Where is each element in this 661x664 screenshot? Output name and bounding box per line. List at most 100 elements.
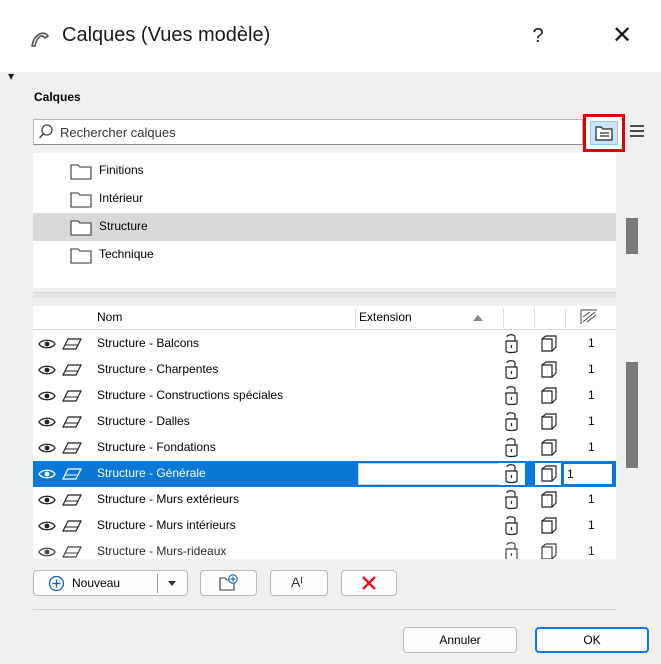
- layer-name: Structure - Murs extérieurs: [97, 492, 240, 506]
- table-header: Nom Extension: [33, 306, 616, 330]
- search-icon: [38, 124, 53, 139]
- new-layer-label: Nouveau: [72, 576, 121, 590]
- visibility-eye-icon[interactable]: [38, 545, 56, 559]
- visibility-eye-icon[interactable]: [38, 493, 56, 507]
- close-button[interactable]: ✕: [604, 18, 640, 54]
- folder-label: Structure: [99, 219, 148, 233]
- visibility-eye-icon[interactable]: [38, 441, 56, 455]
- visibility-eye-icon[interactable]: [38, 467, 56, 481]
- help-button[interactable]: ?: [520, 18, 556, 54]
- visibility-eye-icon[interactable]: [38, 337, 56, 351]
- table-row[interactable]: Structure - Murs-rideaux 1: [33, 539, 616, 559]
- search-input[interactable]: [60, 122, 560, 142]
- folder-item-structure[interactable]: Structure: [33, 213, 616, 241]
- cancel-button[interactable]: Annuler: [403, 627, 517, 653]
- layer-plane-icon: [62, 468, 82, 480]
- layer-plane-icon: [62, 520, 82, 532]
- folder-icon: [70, 192, 92, 208]
- layer-name: Structure - Balcons: [97, 336, 200, 350]
- table-row[interactable]: Structure - Murs extérieurs 1: [33, 487, 616, 513]
- visibility-eye-icon[interactable]: [38, 389, 56, 403]
- collapse-arrow-icon[interactable]: ▼: [8, 72, 14, 81]
- folder-icon: [70, 164, 92, 180]
- column-header-name[interactable]: Nom: [97, 310, 122, 324]
- lock-icon[interactable]: [503, 334, 521, 354]
- layer-name: Structure - Fondations: [97, 440, 216, 454]
- extension-field[interactable]: [358, 463, 503, 485]
- visibility-eye-icon[interactable]: [38, 415, 56, 429]
- lock-icon[interactable]: [503, 464, 521, 484]
- lock-icon[interactable]: [503, 516, 521, 536]
- wireframe-solid-icon[interactable]: [540, 335, 558, 353]
- folder-icon: [70, 220, 92, 236]
- lock-icon[interactable]: [503, 412, 521, 432]
- section-label: Calques: [34, 90, 81, 104]
- wireframe-solid-icon[interactable]: [540, 413, 558, 431]
- lock-icon[interactable]: [503, 490, 521, 510]
- ok-button[interactable]: OK: [535, 627, 649, 653]
- wireframe-solid-icon[interactable]: [540, 517, 558, 535]
- table-row[interactable]: Structure - Dalles 1: [33, 409, 616, 435]
- wireframe-solid-icon[interactable]: [540, 387, 558, 405]
- wireframe-solid-icon[interactable]: [540, 465, 558, 483]
- lock-icon[interactable]: [503, 542, 521, 559]
- new-folder-button[interactable]: [200, 570, 257, 596]
- layers-table: Nom Extension Structure - Balcons 1 Struct…: [33, 306, 616, 559]
- intersection-group-number[interactable]: 1: [588, 414, 595, 428]
- add-circle-icon: [48, 575, 65, 592]
- folder-item-finitions[interactable]: Finitions: [33, 157, 616, 185]
- hamburger-menu-icon[interactable]: [628, 120, 646, 142]
- intersection-group-number[interactable]: 1: [588, 492, 595, 506]
- new-layer-button[interactable]: Nouveau: [33, 570, 188, 596]
- lock-icon[interactable]: [503, 360, 521, 380]
- intersection-group-number[interactable]: 1: [588, 518, 595, 532]
- wireframe-solid-icon[interactable]: [540, 491, 558, 509]
- layer-plane-icon: [62, 338, 82, 350]
- layer-name: Structure - Charpentes: [97, 362, 219, 376]
- sort-ascending-icon: [473, 315, 483, 321]
- table-row[interactable]: Structure - Fondations 1: [33, 435, 616, 461]
- folder-item-technique[interactable]: Technique: [33, 241, 616, 269]
- visibility-eye-icon[interactable]: [38, 363, 56, 377]
- intersection-group-number[interactable]: 1: [588, 544, 595, 558]
- intersection-group-number[interactable]: 1: [588, 336, 595, 350]
- intersection-group-number[interactable]: 1: [588, 362, 595, 376]
- folder-scrollbar-thumb[interactable]: [626, 218, 638, 254]
- intersection-group-input[interactable]: 1: [563, 463, 613, 485]
- layer-plane-icon: [62, 390, 82, 402]
- folder-view-toggle-button[interactable]: [583, 114, 625, 152]
- dropdown-caret-icon[interactable]: [168, 581, 176, 586]
- wireframe-solid-icon[interactable]: [540, 361, 558, 379]
- layer-plane-icon: [62, 494, 82, 506]
- footer-separator: [33, 609, 616, 610]
- folder-list: Finitions Intérieur Structure Technique: [33, 153, 616, 288]
- pane-splitter[interactable]: [33, 292, 616, 298]
- lock-icon[interactable]: [503, 386, 521, 406]
- hatch-pattern-icon: [580, 309, 597, 324]
- lock-icon[interactable]: [503, 438, 521, 458]
- folder-label: Intérieur: [99, 191, 144, 205]
- rename-button[interactable]: Aᴵ: [270, 570, 328, 596]
- layer-name: Structure - Murs-rideaux: [97, 544, 227, 558]
- folder-item-interieur[interactable]: Intérieur: [33, 185, 616, 213]
- table-row[interactable]: Structure - Balcons 1: [33, 331, 616, 357]
- folder-icon: [70, 248, 92, 264]
- wireframe-solid-icon[interactable]: [540, 439, 558, 457]
- layer-name: Structure - Murs intérieurs: [97, 518, 236, 532]
- table-scrollbar-thumb[interactable]: [626, 362, 638, 468]
- table-row[interactable]: Structure - Générale 1: [33, 461, 616, 487]
- folder-tree-icon: [595, 126, 613, 141]
- layer-name: Structure - Générale: [97, 466, 206, 480]
- search-box[interactable]: [33, 119, 583, 145]
- column-header-extension[interactable]: Extension: [359, 310, 412, 324]
- folder-label: Technique: [99, 247, 154, 261]
- wireframe-solid-icon[interactable]: [540, 543, 558, 559]
- visibility-eye-icon[interactable]: [38, 519, 56, 533]
- delete-button[interactable]: [341, 570, 397, 596]
- table-row[interactable]: Structure - Constructions spéciales 1: [33, 383, 616, 409]
- table-row[interactable]: Structure - Murs intérieurs 1: [33, 513, 616, 539]
- intersection-group-number[interactable]: 1: [588, 388, 595, 402]
- table-row[interactable]: Structure - Charpentes 1: [33, 357, 616, 383]
- intersection-group-number[interactable]: 1: [588, 440, 595, 454]
- layer-name: Structure - Constructions spéciales: [97, 388, 284, 402]
